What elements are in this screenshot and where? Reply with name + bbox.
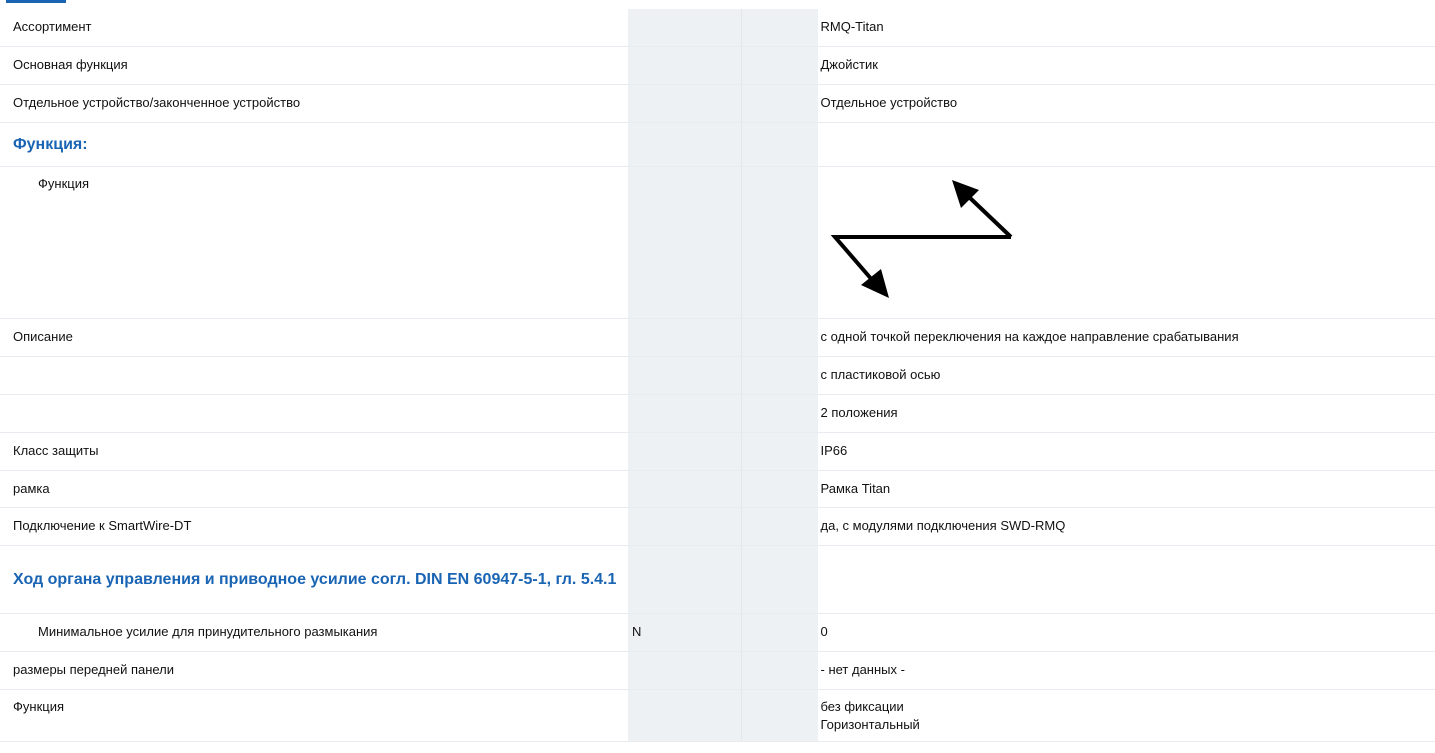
row-gap (740, 84, 818, 123)
row-value: Джойстик (817, 46, 1435, 85)
row-label: Основная функция (0, 46, 628, 85)
row-gap (740, 394, 818, 433)
row-gap (740, 613, 818, 652)
row-unit: N (628, 613, 741, 652)
row-value: да, с модулями подключения SWD-RMQ (817, 507, 1435, 546)
table-row: Отдельное устройство/законченное устройс… (0, 84, 1435, 123)
row-value: 0 (817, 613, 1435, 652)
table-row: Класс защиты IP66 (0, 432, 1435, 471)
row-unit (628, 46, 741, 85)
row-gap (740, 356, 818, 395)
row-label: Класс защиты (0, 432, 628, 471)
row-label: рамка (0, 470, 628, 508)
row-label: Функция (0, 166, 628, 319)
row-label: Ассортимент (0, 9, 628, 47)
row-value: - нет данных - (817, 651, 1435, 690)
row-value: 2 положения (817, 394, 1435, 433)
row-unit (628, 394, 741, 433)
joystick-function-arrows-icon (821, 167, 1435, 317)
row-unit (628, 545, 741, 614)
section-header-row: Функция: (0, 122, 1435, 167)
row-value: без фиксации Горизонтальный (817, 689, 1435, 742)
table-row: Ассортимент RMQ-Titan (0, 9, 1435, 47)
row-gap (740, 432, 818, 471)
table-row: Основная функция Джойстик (0, 46, 1435, 85)
function-image-row: Функция (0, 166, 1435, 319)
row-label (0, 356, 628, 395)
table-row: Функция без фиксации Горизонтальный (0, 689, 1435, 742)
row-unit (628, 84, 741, 123)
table-row: Минимальное усилие для принудительного р… (0, 613, 1435, 652)
table-row: Подключение к SmartWire-DT да, с модулям… (0, 507, 1435, 546)
table-row: с пластиковой осью (0, 356, 1435, 395)
spec-table: Ассортимент RMQ-Titan Основная функция Д… (0, 9, 1435, 742)
row-value (817, 545, 1435, 614)
row-unit (628, 432, 741, 471)
row-value: с одной точкой переключения на каждое на… (817, 318, 1435, 357)
row-gap (740, 507, 818, 546)
row-gap (740, 470, 818, 508)
row-gap (740, 166, 818, 319)
row-unit (628, 651, 741, 690)
table-row: рамка Рамка Titan (0, 470, 1435, 508)
row-unit (628, 689, 741, 742)
row-unit (628, 318, 741, 357)
row-value: IP66 (817, 432, 1435, 471)
section-title: Ход органа управления и приводное усилие… (0, 545, 628, 614)
section-title: Функция: (0, 122, 628, 167)
row-value (817, 122, 1435, 167)
row-unit (628, 122, 741, 167)
row-unit (628, 356, 741, 395)
table-row: размеры передней панели - нет данных - (0, 651, 1435, 690)
row-unit (628, 470, 741, 508)
top-bar (0, 0, 1435, 9)
row-gap (740, 46, 818, 85)
row-value: с пластиковой осью (817, 356, 1435, 395)
row-value-line: Горизонтальный (820, 716, 920, 732)
row-value: RMQ-Titan (817, 9, 1435, 47)
row-unit (628, 9, 741, 47)
row-value (817, 166, 1435, 319)
row-gap (740, 122, 818, 167)
row-value: Отдельное устройство (817, 84, 1435, 123)
section-header-row: Ход органа управления и приводное усилие… (0, 545, 1435, 614)
row-label: Минимальное усилие для принудительного р… (0, 613, 628, 652)
row-gap (740, 651, 818, 690)
row-unit (628, 166, 741, 319)
row-gap (740, 9, 818, 47)
section-heading-fragment (6, 0, 66, 3)
row-label: Описание (0, 318, 628, 357)
row-label (0, 394, 628, 433)
row-value: Рамка Titan (817, 470, 1435, 508)
row-gap (740, 318, 818, 357)
row-value-line: без фиксации (820, 698, 904, 714)
row-unit (628, 507, 741, 546)
row-label: Отдельное устройство/законченное устройс… (0, 84, 628, 123)
row-label: размеры передней панели (0, 651, 628, 690)
row-gap (740, 689, 818, 742)
table-row: 2 положения (0, 394, 1435, 433)
row-gap (740, 545, 818, 614)
table-row: Описание с одной точкой переключения на … (0, 318, 1435, 357)
row-label: Функция (0, 689, 628, 742)
row-label: Подключение к SmartWire-DT (0, 507, 628, 546)
